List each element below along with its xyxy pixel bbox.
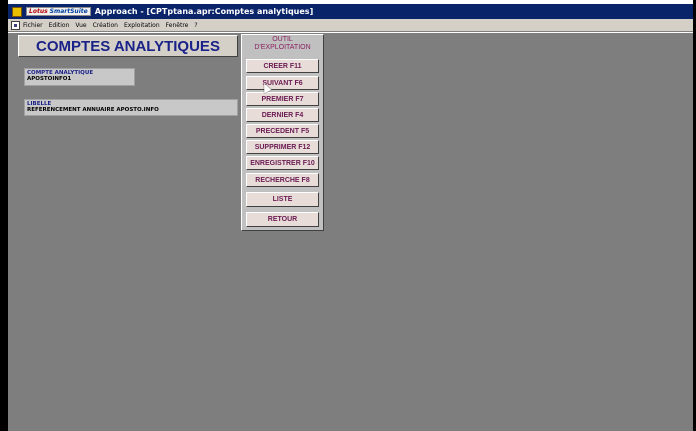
title-bar[interactable]: Lotus SmartSuite Approach - [CPTptana.ap… (8, 4, 693, 19)
menu-vue[interactable]: Vue (75, 22, 86, 29)
compte-analytique-value[interactable]: APOSTOINFO1 (27, 76, 132, 82)
supprimer-button[interactable]: SUPPRIMER F12 (246, 140, 319, 154)
menu-fichier[interactable]: Fichier (23, 22, 43, 29)
creer-button[interactable]: CREER F11 (246, 59, 319, 73)
menu-fenetre[interactable]: Fenêtre (166, 22, 189, 29)
suivant-button[interactable]: SUIVANT F6 (246, 76, 319, 90)
app-icon[interactable] (12, 6, 22, 17)
libelle-value[interactable]: REFERENCEMENT ANNUAIRE APOSTO.INFO (27, 107, 235, 113)
recherche-button[interactable]: RECHERCHE F8 (246, 173, 319, 187)
liste-button[interactable]: LISTE (246, 192, 319, 207)
tool-title-line1: OUTIL (272, 36, 293, 43)
menu-creation[interactable]: Création (93, 22, 118, 29)
enregistrer-button[interactable]: ENREGISTRER F10 (246, 156, 319, 170)
left-window-border (0, 0, 8, 431)
tool-panel-title: OUTIL D'EXPLOITATION (242, 36, 323, 52)
menu-edition[interactable]: Edition (49, 22, 70, 29)
window-title: Approach - [CPTptana.apr:Comptes analyti… (94, 7, 314, 16)
menu-help[interactable]: ? (194, 22, 197, 29)
document-icon[interactable] (11, 20, 20, 30)
retour-button[interactable]: RETOUR (246, 212, 319, 227)
libelle-field[interactable]: LIBELLE REFERENCEMENT ANNUAIRE APOSTO.IN… (24, 99, 238, 116)
precedent-button[interactable]: PRECEDENT F5 (246, 124, 319, 138)
menu-exploitation[interactable]: Exploitation (124, 22, 160, 29)
menu-bar: Fichier Edition Vue Création Exploitatio… (8, 19, 693, 32)
premier-button[interactable]: PREMIER F7 (246, 92, 319, 106)
page-title: COMPTES ANALYTIQUES (18, 35, 238, 57)
lotus-logo-text: Lotus (29, 8, 48, 15)
tool-title-line2: D'EXPLOITATION (254, 44, 311, 51)
compte-analytique-field[interactable]: COMPTE ANALYTIQUE APOSTOINFO1 (24, 68, 135, 86)
dernier-button[interactable]: DERNIER F4 (246, 108, 319, 122)
form-workspace (8, 33, 693, 431)
tool-panel: OUTIL D'EXPLOITATION CREER F11 SUIVANT F… (241, 34, 324, 231)
smartsuite-logo: Lotus SmartSuite (26, 7, 91, 16)
smartsuite-logo-text: SmartSuite (49, 8, 88, 15)
